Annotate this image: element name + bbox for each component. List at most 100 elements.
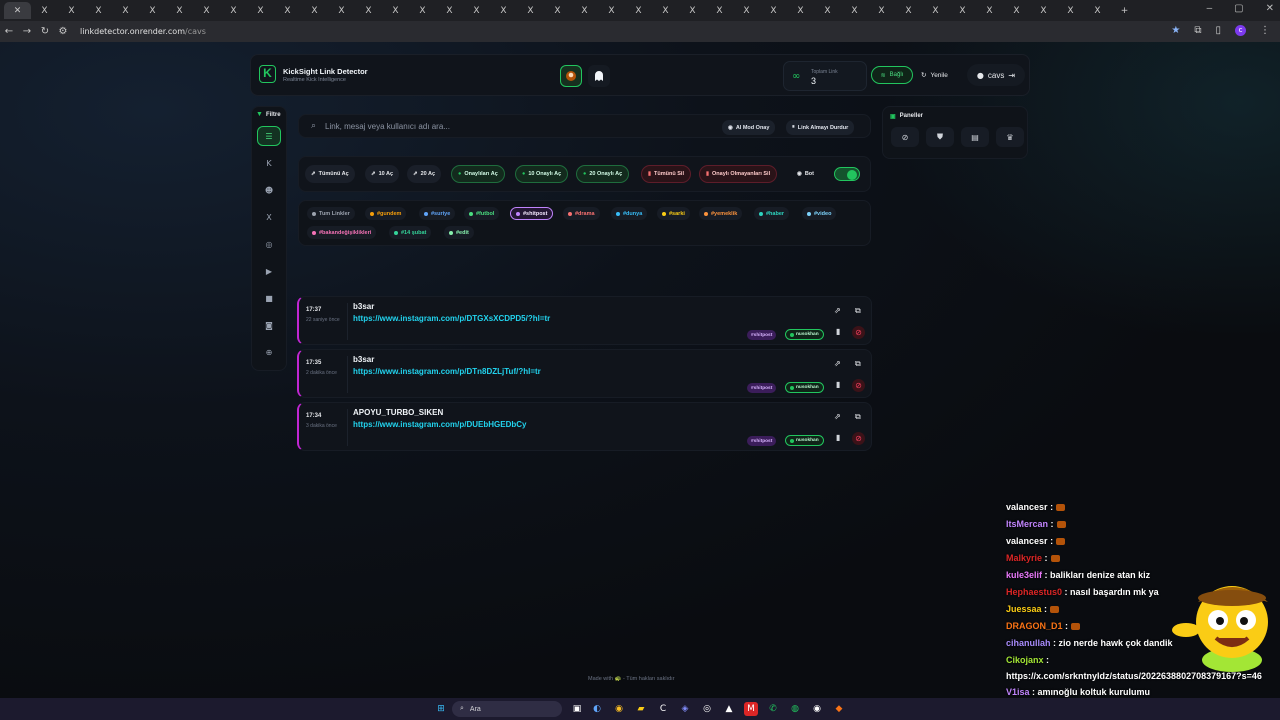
sidebar-item-all-links[interactable]: ☰	[257, 126, 281, 146]
sidebar-item-video[interactable]: ■	[257, 288, 281, 308]
tab[interactable]: X	[1084, 2, 1111, 19]
chrome-icon[interactable]: ◉	[612, 702, 626, 716]
sidebar-item-kick[interactable]: K	[257, 153, 281, 173]
tag-filter[interactable]: #haber	[754, 207, 790, 220]
sidebar-item-x[interactable]: X	[257, 207, 281, 227]
close-icon[interactable]: ✕	[1266, 3, 1274, 14]
sidebar-icon[interactable]: ▯	[1215, 25, 1221, 36]
shield-panel-button[interactable]: ⛊	[926, 127, 954, 147]
open-all-button[interactable]: ⇗ Tümünü Aç	[305, 165, 355, 183]
edge-icon[interactable]: ◐	[590, 702, 604, 716]
start-icon[interactable]: ⊞	[434, 702, 448, 716]
minimize-icon[interactable]: –	[1207, 3, 1213, 14]
tab[interactable]: X	[220, 2, 247, 19]
sidebar-item-users[interactable]: ☻	[257, 180, 281, 200]
tab[interactable]: X	[193, 2, 220, 19]
tag-filter[interactable]: #14 şubat	[389, 226, 432, 239]
tab[interactable]: X	[31, 2, 58, 19]
spotify-icon[interactable]: ◍	[788, 702, 802, 716]
open-link-icon[interactable]: ⇗	[834, 306, 841, 315]
bookmark-star-icon[interactable]: ★	[1171, 25, 1180, 36]
extensions-icon[interactable]: ⧉	[1194, 25, 1201, 36]
user-menu[interactable]: ● cavs ⇥	[967, 64, 1025, 86]
tag-filter[interactable]: #dunya	[611, 207, 648, 220]
maximize-icon[interactable]: ▢	[1234, 3, 1243, 14]
tab[interactable]: X	[787, 2, 814, 19]
tab[interactable]: X	[463, 2, 490, 19]
link-url[interactable]: https://www.instagram.com/p/DUEbHGEDbCy	[353, 420, 527, 429]
tab[interactable]: X	[571, 2, 598, 19]
app-icon[interactable]: ◆	[832, 702, 846, 716]
search-input[interactable]: Link, mesaj veya kullanıcı adı ara...	[325, 122, 450, 131]
tab[interactable]: X	[139, 2, 166, 19]
sidebar-item-youtube[interactable]: ▶	[257, 261, 281, 281]
app-icon[interactable]: ▲	[722, 702, 736, 716]
link-username[interactable]: b3sar	[353, 355, 374, 364]
tab[interactable]: X	[706, 2, 733, 19]
tab[interactable]: X	[355, 2, 382, 19]
tag-filter[interactable]: #yemeklik	[699, 207, 743, 220]
tag-filter[interactable]: #suriye	[419, 207, 456, 220]
tab[interactable]: X	[760, 2, 787, 19]
delete-all-button[interactable]: ▮ Tümünü Sil	[641, 165, 691, 183]
trash-icon[interactable]: ▮	[836, 327, 840, 336]
copy-icon[interactable]: ⧉	[855, 359, 861, 369]
tag-filter[interactable]: #shitpost	[510, 207, 554, 220]
tab[interactable]: X	[112, 2, 139, 19]
tab[interactable]: X	[922, 2, 949, 19]
delete-unapproved-button[interactable]: ▮ Onaylı Olmayanları Sil	[699, 165, 778, 183]
explorer-icon[interactable]: ▰	[634, 702, 648, 716]
tab[interactable]: X	[247, 2, 274, 19]
trash-icon[interactable]: ▮	[836, 433, 840, 442]
tab[interactable]: X	[301, 2, 328, 19]
tab[interactable]: ✕	[4, 2, 31, 19]
copy-icon[interactable]: ⧉	[855, 306, 861, 316]
back-icon[interactable]: ←	[0, 26, 18, 37]
tab[interactable]: X	[490, 2, 517, 19]
bot-toggle[interactable]	[834, 167, 860, 181]
copy-icon[interactable]: ⧉	[855, 412, 861, 422]
tag-filter[interactable]: Tum Linkler	[307, 207, 355, 220]
open-10-approved-button[interactable]: ● 10 Onaylı Aç	[515, 165, 569, 183]
tag-filter[interactable]: #gundem	[365, 207, 407, 220]
tag-filter[interactable]: #sarki	[657, 207, 690, 220]
task-view-icon[interactable]: ▣	[570, 702, 584, 716]
tab[interactable]: X	[652, 2, 679, 19]
tab[interactable]: X	[868, 2, 895, 19]
tab[interactable]: X	[976, 2, 1003, 19]
tag-filter[interactable]: #bakandeğişiklikleri	[307, 226, 377, 239]
connection-status-button[interactable]: ≋ Bağlı	[871, 66, 913, 84]
mascot-button[interactable]	[588, 65, 610, 87]
ai-mode-button[interactable]: ◉ AI Mod Onay	[722, 120, 776, 135]
tag-filter[interactable]: #edit	[444, 226, 474, 239]
open-link-icon[interactable]: ⇗	[834, 359, 841, 368]
steam-icon[interactable]: ◎	[700, 702, 714, 716]
block-icon[interactable]: ⊘	[852, 432, 865, 445]
tab[interactable]: X	[328, 2, 355, 19]
forward-icon[interactable]: →	[18, 26, 36, 37]
open-approved-button[interactable]: ● Onaylıları Aç	[451, 165, 505, 183]
taskbar-search[interactable]: ⌕ Ara	[452, 701, 562, 717]
tab[interactable]: X	[517, 2, 544, 19]
block-icon[interactable]: ⊘	[852, 326, 865, 339]
sidebar-item-instagram[interactable]: ◎	[257, 234, 281, 254]
tab[interactable]: X	[166, 2, 193, 19]
tab[interactable]: X	[1030, 2, 1057, 19]
block-panel-button[interactable]: ⊘	[891, 127, 919, 147]
stop-links-button[interactable]: ⏸ Link Almayı Durdur	[786, 120, 855, 135]
new-tab-button[interactable]: +	[1111, 2, 1138, 19]
open-10-button[interactable]: ⇗ 10 Aç	[365, 165, 400, 183]
discord-icon[interactable]: ◈	[678, 702, 692, 716]
tab[interactable]: X	[274, 2, 301, 19]
block-icon[interactable]: ⊘	[852, 379, 865, 392]
tab[interactable]: X	[895, 2, 922, 19]
menu-icon[interactable]: ⋮	[1260, 25, 1270, 36]
open-link-icon[interactable]: ⇗	[834, 412, 841, 421]
tab[interactable]: X	[625, 2, 652, 19]
trash-icon[interactable]: ▮	[836, 380, 840, 389]
tab[interactable]: X	[436, 2, 463, 19]
profile-avatar[interactable]: c	[1235, 25, 1246, 36]
tab[interactable]: X	[409, 2, 436, 19]
open-20-button[interactable]: ⇗ 20 Aç	[407, 165, 442, 183]
tab[interactable]: X	[949, 2, 976, 19]
